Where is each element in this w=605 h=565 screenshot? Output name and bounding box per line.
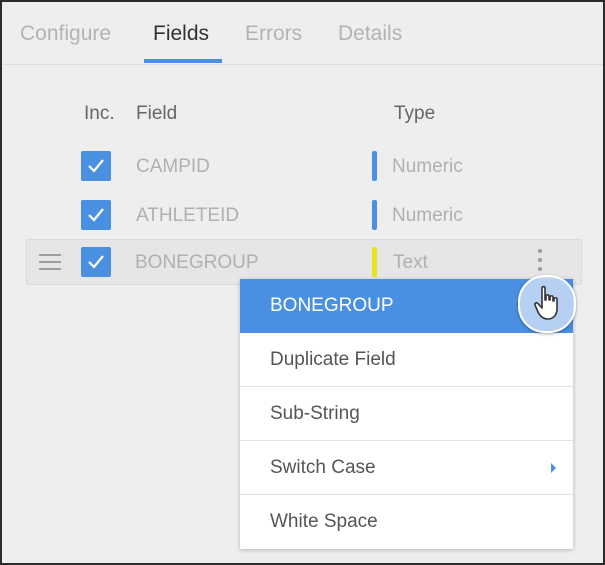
column-header-type: Type xyxy=(394,103,436,124)
checkmark-icon xyxy=(88,159,104,173)
type-indicator xyxy=(372,200,377,230)
menu-item-duplicate-field[interactable]: Duplicate Field xyxy=(240,333,573,387)
include-checkbox[interactable] xyxy=(81,151,111,181)
field-name: CAMPID xyxy=(136,156,210,177)
menu-item-label: Sub-String xyxy=(270,403,360,424)
tab-fields[interactable]: Fields xyxy=(153,22,209,46)
column-header-field: Field xyxy=(136,103,178,124)
table-row[interactable]: CAMPID Numeric xyxy=(2,143,603,189)
table-row[interactable]: ATHLETEID Numeric xyxy=(2,192,603,238)
checkmark-icon xyxy=(88,208,104,222)
menu-item-label: Switch Case xyxy=(270,457,376,478)
type-indicator xyxy=(372,151,377,181)
checkmark-icon xyxy=(88,255,104,269)
field-name: ATHLETEID xyxy=(136,205,240,226)
menu-item-label: Duplicate Field xyxy=(270,349,396,370)
menu-item-switch-case[interactable]: Switch Case xyxy=(240,441,573,495)
active-tab-indicator xyxy=(144,59,222,63)
field-type: Numeric xyxy=(392,205,463,226)
include-checkbox[interactable] xyxy=(81,247,111,277)
column-header-include: Inc. xyxy=(84,103,115,124)
tab-configure[interactable]: Configure xyxy=(20,22,111,46)
drag-handle-icon[interactable] xyxy=(39,254,61,275)
tab-bar: Configure Fields Errors Details xyxy=(2,2,603,65)
tab-errors[interactable]: Errors xyxy=(245,22,302,46)
menu-item-sub-string[interactable]: Sub-String xyxy=(240,387,573,441)
hand-pointer-icon xyxy=(534,285,558,320)
field-name: BONEGROUP xyxy=(135,252,259,273)
fields-panel: Configure Fields Errors Details Inc. Fie… xyxy=(0,0,605,565)
menu-item-white-space[interactable]: White Space xyxy=(240,495,573,549)
field-type: Numeric xyxy=(392,156,463,177)
field-type: Text xyxy=(393,252,428,273)
cursor-highlight xyxy=(518,275,576,333)
include-checkbox[interactable] xyxy=(81,200,111,230)
chevron-right-icon xyxy=(551,463,556,473)
tab-details[interactable]: Details xyxy=(338,22,402,46)
type-indicator xyxy=(372,247,377,277)
menu-item-label: White Space xyxy=(270,511,378,532)
kebab-menu-icon[interactable] xyxy=(533,246,547,276)
